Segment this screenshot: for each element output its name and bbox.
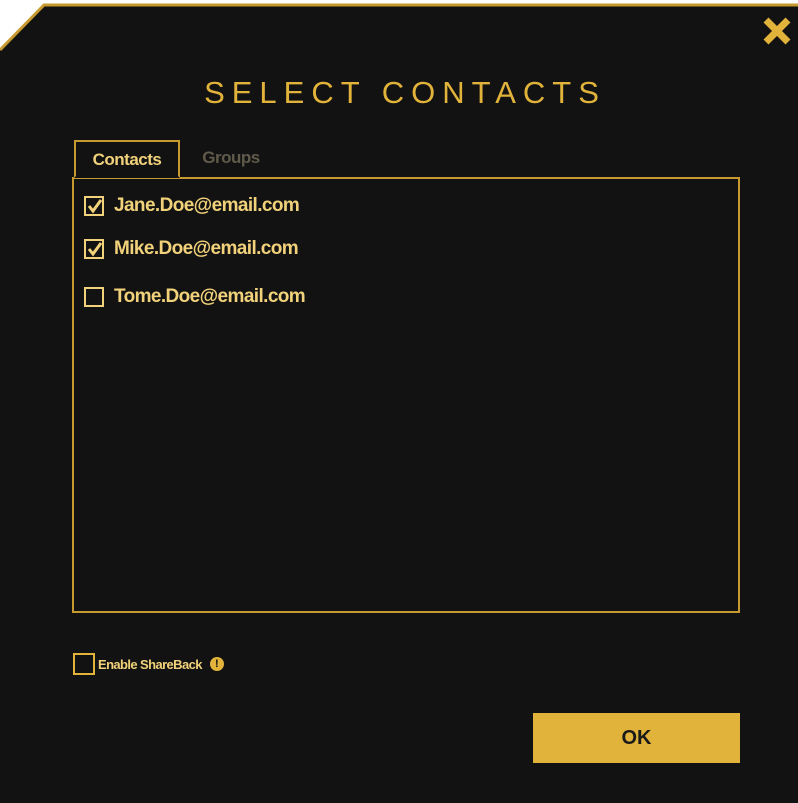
shareback-checkbox[interactable]	[73, 653, 95, 675]
contact-item-tome[interactable]: Tome.Doe@email.com	[84, 282, 306, 312]
contact-email-label: Jane.Doe@email.com	[114, 195, 300, 216]
contact-email-label: Mike.Doe@email.com	[114, 238, 299, 259]
contact-checkbox-mike[interactable]	[84, 239, 104, 259]
contacts-list: Jane.Doe@email.com Mike.Doe@email.com To…	[72, 177, 740, 613]
tab-contacts[interactable]: Contacts	[74, 140, 180, 178]
select-contacts-dialog: SELECT CONTACTS Contacts Groups Jane.Doe…	[0, 0, 798, 803]
contact-checkbox-tome[interactable]	[84, 287, 104, 307]
contact-email-label: Tome.Doe@email.com	[114, 286, 306, 307]
contact-item-mike[interactable]: Mike.Doe@email.com	[84, 234, 299, 264]
contact-item-jane[interactable]: Jane.Doe@email.com	[84, 191, 300, 221]
close-icon	[763, 17, 791, 45]
close-button[interactable]	[760, 14, 794, 48]
dialog-title: SELECT CONTACTS	[204, 75, 606, 110]
enable-shareback-option[interactable]: Enable ShareBack !	[73, 651, 224, 677]
info-icon[interactable]: !	[209, 657, 224, 671]
checkmark-icon	[87, 199, 103, 214]
ok-button[interactable]: OK	[533, 713, 740, 763]
shareback-label: Enable ShareBack	[98, 656, 202, 672]
contact-checkbox-jane[interactable]	[84, 196, 104, 216]
checkmark-icon	[87, 242, 103, 257]
tab-groups[interactable]: Groups	[186, 140, 276, 178]
